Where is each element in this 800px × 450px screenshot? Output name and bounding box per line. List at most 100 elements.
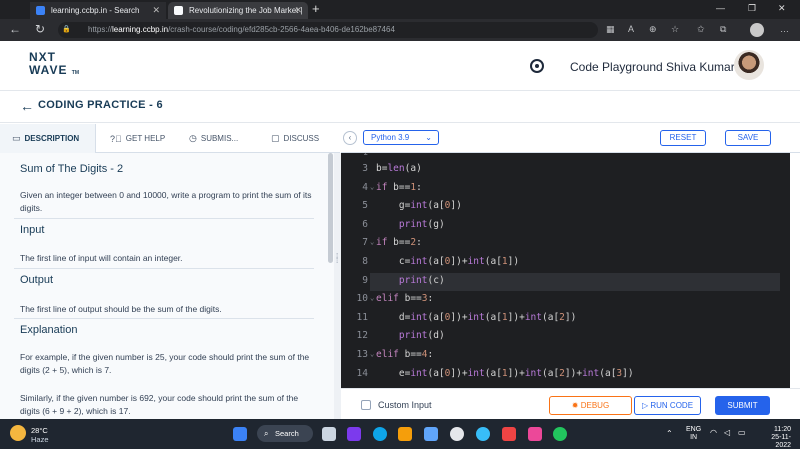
- mcafee-icon[interactable]: [502, 427, 516, 441]
- tray-chevron-icon[interactable]: ⌃: [666, 429, 673, 438]
- code-line[interactable]: elif b==4:: [376, 349, 433, 360]
- code-playground-link[interactable]: Code Playground: [570, 60, 663, 74]
- tab-get-help[interactable]: ?⃝ GET HELP: [110, 124, 165, 153]
- page-title: CODING PRACTICE - 6: [38, 99, 163, 111]
- clock[interactable]: 11:20 25-11-2022: [757, 426, 791, 450]
- volume-icon[interactable]: ◁: [724, 428, 730, 437]
- more-menu-icon[interactable]: …: [780, 24, 789, 34]
- drag-handle-icon: ⁞ ⁞: [336, 252, 339, 265]
- battery-icon[interactable]: ▭: [738, 428, 746, 437]
- code-line[interactable]: d=int(a[0])+int(a[1])+int(a[2]): [376, 312, 576, 323]
- url-input[interactable]: 🔒 https://learning.ccbp.in/crash-course/…: [58, 22, 598, 38]
- zoom-icon[interactable]: ⊕: [649, 24, 657, 35]
- read-aloud-icon[interactable]: A: [628, 24, 634, 34]
- close-tab-icon[interactable]: ✕: [294, 5, 302, 16]
- close-window-icon[interactable]: ✕: [778, 3, 786, 14]
- chrome-icon[interactable]: [476, 427, 490, 441]
- code-line[interactable]: if b==2:: [376, 237, 422, 248]
- tab-label: learning.ccbp.in - Search: [51, 6, 140, 15]
- problem-description[interactable]: Sum of The Digits - 2 Given an integer b…: [0, 153, 334, 419]
- url-path: /crash-course/coding/efd285cb-2566-4aea-…: [168, 25, 395, 34]
- collapse-panel-button[interactable]: ‹: [343, 131, 357, 145]
- store-icon[interactable]: [424, 427, 438, 441]
- weather-icon[interactable]: [10, 425, 26, 441]
- minimize-icon[interactable]: —: [716, 3, 725, 13]
- task-view-icon[interactable]: [322, 427, 336, 441]
- tab-description[interactable]: ▭ DESCRIPTION: [0, 124, 96, 153]
- restore-icon[interactable]: ❐: [748, 3, 756, 14]
- help-circle-icon: ?⃝: [110, 133, 122, 144]
- tab-label: SUBMIS...: [200, 134, 239, 143]
- code-line[interactable]: e=int(a[0])+int(a[1])+int(a[2])+int(a[3]…: [376, 368, 634, 379]
- teams-icon[interactable]: [347, 427, 361, 441]
- browser-tab-active[interactable]: Revolutionizing the Job Market | ✕: [168, 2, 308, 19]
- description-scrollbar[interactable]: [328, 153, 333, 263]
- user-name[interactable]: Shiva Kumar: [666, 60, 735, 74]
- save-button[interactable]: SAVE: [725, 130, 771, 146]
- whatsapp-icon[interactable]: [553, 427, 567, 441]
- file-explorer-icon[interactable]: [398, 427, 412, 441]
- edge-icon[interactable]: [373, 427, 387, 441]
- user-avatar[interactable]: [734, 50, 764, 80]
- lang-bottom: IN: [690, 434, 698, 441]
- code-line[interactable]: print(c): [376, 275, 445, 286]
- profile-avatar[interactable]: [750, 23, 764, 37]
- code-line[interactable]: c=int(a[0])+int(a[1]): [376, 256, 519, 267]
- app-circle-icon[interactable]: [450, 427, 464, 441]
- line-number: 9: [362, 274, 368, 286]
- fold-chevron-icon[interactable]: ⌄: [370, 183, 374, 191]
- weather-text: Haze: [31, 435, 49, 444]
- custom-input-label[interactable]: Custom Input: [378, 400, 432, 410]
- new-tab-button[interactable]: +: [312, 1, 320, 16]
- code-line[interactable]: print(g): [376, 219, 445, 230]
- app-icon[interactable]: ▦: [606, 24, 615, 35]
- editor-toolbar: ‹ Python 3.9 ⌄ RESET SAVE: [341, 124, 800, 153]
- run-code-label: RUN CODE: [650, 401, 694, 410]
- code-editor[interactable]: 3 b=len(a) 4 ⌄ if b==1: 5 g=int(a[0]) 6 print(…: [341, 153, 790, 388]
- language-select[interactable]: Python 3.9 ⌄: [363, 130, 439, 145]
- practice-title-bar: ← CODING PRACTICE - 6: [0, 91, 800, 123]
- collections-icon[interactable]: ⧉: [720, 24, 726, 35]
- explanation-paragraph: For example, if the given number is 25, …: [20, 352, 310, 375]
- browser-tab-search[interactable]: learning.ccbp.in - Search ✕: [30, 2, 166, 19]
- wifi-icon[interactable]: ◠: [710, 428, 717, 437]
- site-header: NXT WAVE TM Code Playground Shiva Kumar: [0, 41, 800, 91]
- code-line[interactable]: print(d): [376, 330, 445, 341]
- panel-resize-handle[interactable]: ⁞ ⁞: [334, 153, 341, 419]
- back-arrow-icon[interactable]: ←: [20, 98, 34, 114]
- code-line[interactable]: if b==1:: [376, 182, 422, 193]
- submit-button[interactable]: SUBMIT: [715, 396, 770, 415]
- star-icon[interactable]: ☆: [671, 24, 679, 35]
- editor-bottom-bar: Custom Input ✹ DEBUG ▷ RUN CODE SUBMIT: [341, 388, 800, 419]
- windows-taskbar: 28°C Haze ⌕ Search ⌃ ENG IN ◠ ◁ ▭ 11:20 …: [0, 419, 800, 449]
- start-icon[interactable]: [233, 427, 247, 441]
- fold-chevron-icon[interactable]: ⌄: [370, 238, 374, 246]
- fold-chevron-icon[interactable]: ⌄: [370, 294, 374, 302]
- reset-button[interactable]: RESET: [660, 130, 706, 146]
- temperature: 28°C: [31, 426, 48, 435]
- back-icon[interactable]: ←: [9, 22, 21, 36]
- taskbar-search[interactable]: ⌕ Search: [257, 425, 313, 442]
- code-line[interactable]: elif b==3:: [376, 293, 433, 304]
- language-indicator[interactable]: ENG IN: [686, 426, 701, 442]
- fold-chevron-icon[interactable]: ⌄: [370, 350, 374, 358]
- close-tab-icon[interactable]: ✕: [152, 5, 160, 16]
- refresh-icon[interactable]: ↻: [35, 22, 45, 36]
- tab-submissions[interactable]: ◷ SUBMIS...: [189, 124, 238, 153]
- code-line[interactable]: g=int(a[0]): [376, 200, 462, 211]
- chat-icon: ▢: [271, 133, 280, 143]
- instagram-icon[interactable]: [528, 427, 542, 441]
- favorites-icon[interactable]: ✩: [697, 24, 705, 35]
- tab-discuss[interactable]: ▢ DISCUSS: [271, 124, 319, 153]
- output-text: The first line of output should be the s…: [20, 304, 222, 314]
- nxtwave-logo[interactable]: NXT WAVE TM: [29, 51, 79, 80]
- run-code-button[interactable]: ▷ RUN CODE: [634, 396, 701, 415]
- debug-button[interactable]: ✹ DEBUG: [549, 396, 632, 415]
- code-line[interactable]: b=len(a): [376, 163, 422, 174]
- custom-input-checkbox[interactable]: [361, 400, 371, 410]
- target-icon[interactable]: [530, 59, 544, 73]
- date: 25-11-2022: [771, 434, 791, 449]
- description-tabs: ▭ DESCRIPTION ?⃝ GET HELP ◷ SUBMIS... ▢ …: [0, 124, 340, 153]
- weather-widget[interactable]: 28°C Haze: [31, 426, 49, 444]
- line-number: 7: [362, 237, 368, 249]
